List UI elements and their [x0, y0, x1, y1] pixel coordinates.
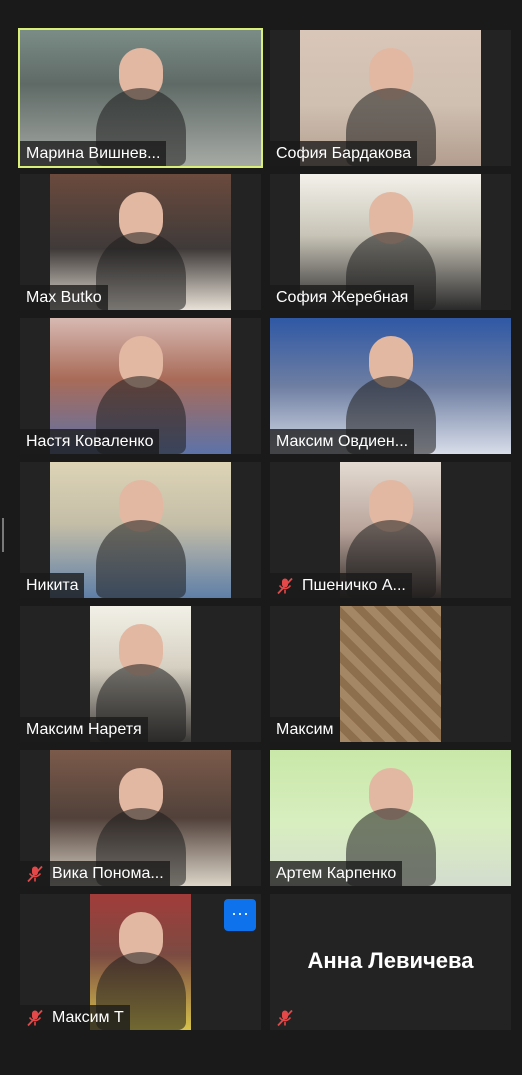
participant-tile[interactable]: Максим: [270, 606, 511, 742]
participant-tile[interactable]: Настя Коваленко: [20, 318, 261, 454]
participant-tile[interactable]: Максим Наретя: [20, 606, 261, 742]
participant-name-label: Артем Карпенко: [270, 861, 403, 886]
participant-tile[interactable]: Марина Вишнев...: [18, 28, 263, 168]
window-edge-handle[interactable]: [2, 518, 4, 552]
participant-tile[interactable]: Никита: [20, 462, 261, 598]
participant-name: Артем Карпенко: [276, 865, 397, 882]
participant-tile[interactable]: София Бардакова: [270, 30, 511, 166]
participant-tile[interactable]: Артем Карпенко: [270, 750, 511, 886]
mic-muted-icon: [26, 865, 44, 883]
participant-tile[interactable]: Пшеничко А...: [270, 462, 511, 598]
participant-name: Пшеничко А...: [302, 577, 406, 594]
participant-name-label: Максим: [270, 717, 340, 742]
participant-name: София Жеребная: [276, 289, 409, 306]
participant-name-label: Max Butko: [20, 285, 108, 310]
participant-tile[interactable]: Вика Понома...: [20, 750, 261, 886]
participant-name: София Бардакова: [276, 145, 412, 162]
participant-name-label: Никита: [20, 573, 85, 598]
participant-name: Никита: [26, 577, 79, 594]
participant-tile[interactable]: Max Butko: [20, 174, 261, 310]
more-options-button[interactable]: ···: [224, 899, 256, 931]
participant-name-label: Пшеничко А...: [270, 573, 412, 598]
participant-tile-video-off[interactable]: Анна Левичева: [270, 894, 511, 1030]
participant-tile[interactable]: София Жеребная: [270, 174, 511, 310]
participant-name: Максим Овдиен...: [276, 433, 409, 450]
participant-tile[interactable]: Максим Овдиен...: [270, 318, 511, 454]
participant-name-label: [270, 1005, 300, 1030]
participant-name-label: Максим Овдиен...: [270, 429, 415, 454]
mic-muted-icon: [26, 1009, 44, 1027]
participant-video: [340, 606, 441, 742]
participant-name: Вика Понома...: [52, 865, 164, 882]
participant-name: Максим: [276, 721, 334, 738]
participant-name: Max Butko: [26, 289, 102, 306]
participant-big-name: Анна Левичева: [307, 948, 474, 973]
participant-name-label: Настя Коваленко: [20, 429, 160, 454]
participant-name-label: Марина Вишнев...: [20, 141, 167, 166]
participant-name: Максим Т: [52, 1009, 124, 1026]
mic-muted-icon: [276, 1009, 294, 1027]
participant-name-label: Максим Т: [20, 1005, 130, 1030]
participant-name: Максим Наретя: [26, 721, 142, 738]
participant-name: Настя Коваленко: [26, 433, 154, 450]
participant-name-label: Максим Наретя: [20, 717, 148, 742]
participant-name-label: Вика Понома...: [20, 861, 170, 886]
video-grid: Марина Вишнев... София Бардакова Max But…: [18, 28, 512, 1030]
participant-name: Марина Вишнев...: [26, 145, 161, 162]
participant-name-label: София Бардакова: [270, 141, 418, 166]
participant-name-label: София Жеребная: [270, 285, 415, 310]
participant-tile[interactable]: ··· Максим Т: [20, 894, 261, 1030]
mic-muted-icon: [276, 577, 294, 595]
